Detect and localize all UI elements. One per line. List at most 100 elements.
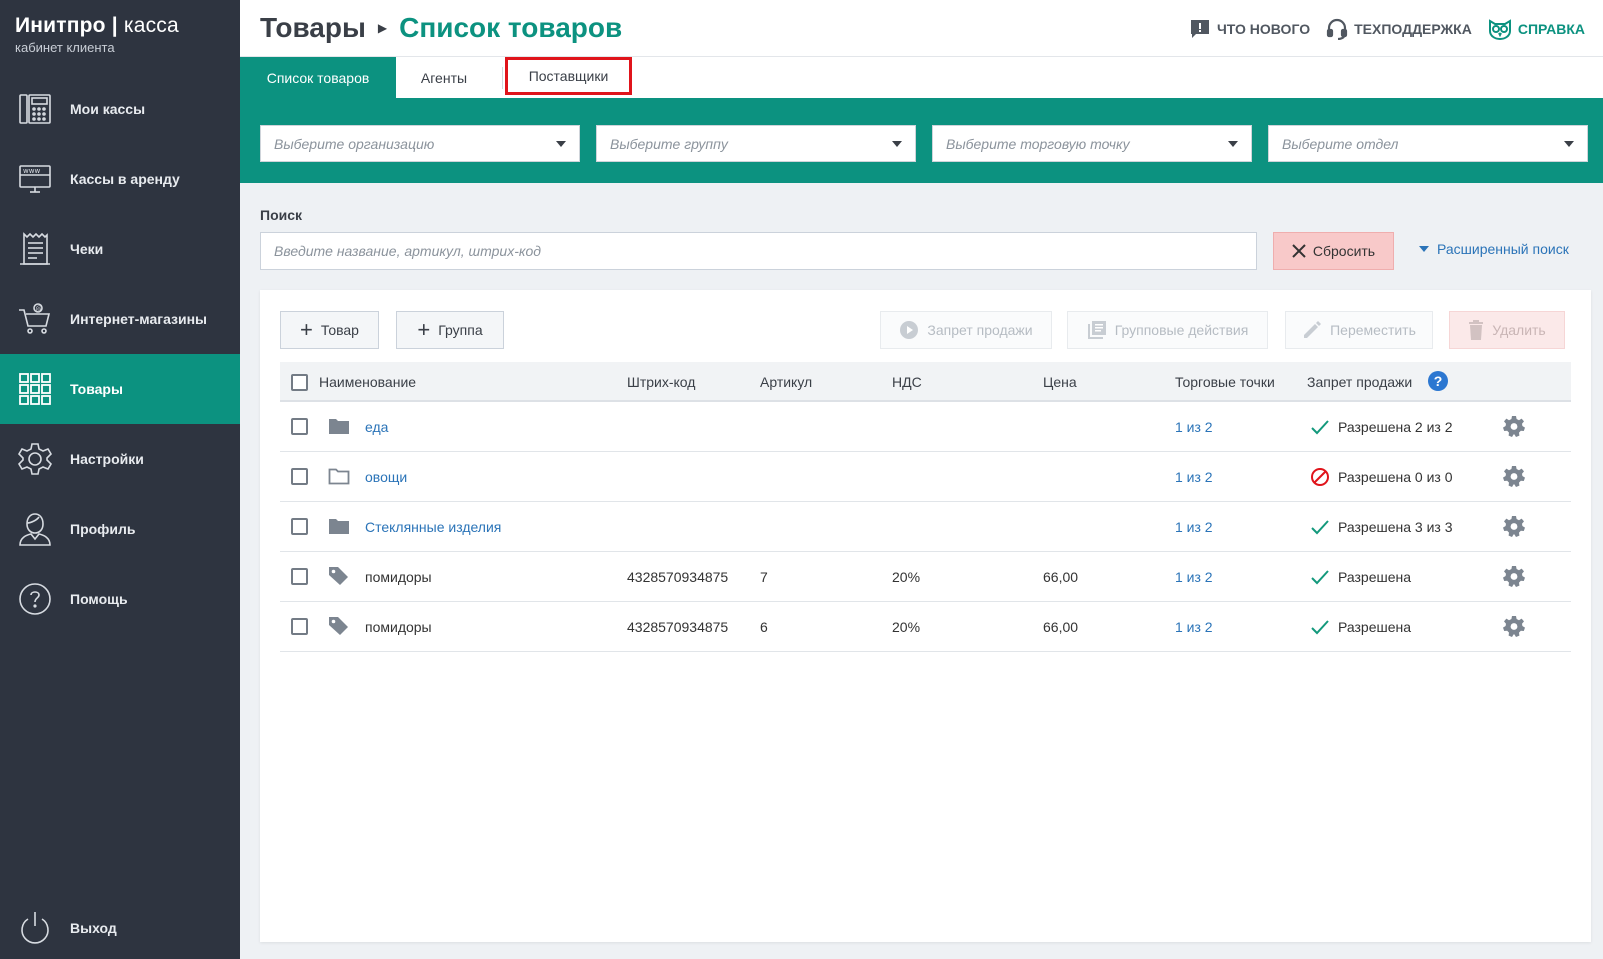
sidebar-item-label: Профиль <box>70 521 136 537</box>
move-button[interactable]: Переместить <box>1285 311 1433 349</box>
table-row[interactable]: помидоры 4328570934875 7 20% 66,00 1 из … <box>280 552 1571 602</box>
sidebar-item-settings[interactable]: Настройки <box>0 424 240 494</box>
whats-new-link[interactable]: Что нового <box>1189 18 1310 40</box>
table-row[interactable]: Стеклянные изделия 1 из 2 Разрешена 3 из… <box>280 502 1571 552</box>
support-label: Техподдержка <box>1354 21 1472 37</box>
sidebar-item-label: Товары <box>70 381 123 397</box>
department-select[interactable]: Выберите отдел <box>1268 125 1588 162</box>
add-product-button[interactable]: + Товар <box>280 311 379 349</box>
table-row[interactable]: еда 1 из 2 Разрешена 2 из 2 <box>280 402 1571 452</box>
row-checkbox[interactable] <box>291 568 308 585</box>
ban-sale-button[interactable]: Запрет продажи <box>880 311 1052 349</box>
logout-button[interactable]: Выход <box>0 897 240 959</box>
play-circle-icon <box>900 321 919 339</box>
column-header-price[interactable]: Цена <box>1043 374 1077 390</box>
gear-icon <box>16 440 54 478</box>
brand-name: Инитпро <box>15 14 106 37</box>
add-product-label: Товар <box>320 322 359 338</box>
row-stores[interactable]: 1 из 2 <box>1175 469 1213 485</box>
row-sale-status: Разрешена <box>1310 617 1411 637</box>
add-group-button[interactable]: + Группа <box>396 311 504 349</box>
advanced-search-toggle[interactable]: Расширенный поиск <box>1419 241 1569 257</box>
row-checkbox[interactable] <box>291 468 308 485</box>
reset-button[interactable]: Сбросить <box>1273 232 1394 270</box>
trash-icon <box>1469 320 1484 340</box>
delete-button[interactable]: Удалить <box>1449 311 1565 349</box>
search-label: Поиск <box>260 207 303 223</box>
row-sale-status: Разрешена 2 из 2 <box>1310 417 1453 437</box>
support-link[interactable]: Техподдержка <box>1326 18 1472 40</box>
folder-icon <box>329 519 349 534</box>
column-header-vat[interactable]: НДС <box>892 374 922 390</box>
row-checkbox[interactable] <box>291 618 308 635</box>
products-table: Наименование Штрих-код Артикул НДС Цена … <box>280 362 1571 652</box>
sidebar-item-rent-registers[interactable]: www Кассы в аренду <box>0 144 240 214</box>
column-header-ban[interactable]: Запрет продажи <box>1307 374 1412 390</box>
sidebar-item-receipts[interactable]: Чеки <box>0 214 240 284</box>
sidebar-item-help[interactable]: Помощь <box>0 564 240 634</box>
breadcrumb-root[interactable]: Товары <box>260 12 366 44</box>
sidebar-item-my-registers[interactable]: Мои кассы <box>0 74 240 144</box>
row-status-label: Разрешена <box>1338 569 1412 585</box>
tab-agents[interactable]: Агенты <box>396 57 492 98</box>
sidebar-item-profile[interactable]: Профиль <box>0 494 240 564</box>
gear-icon[interactable] <box>1503 465 1525 487</box>
row-name[interactable]: еда <box>365 419 388 435</box>
plus-icon: + <box>300 317 313 342</box>
help-link[interactable]: Справка <box>1488 18 1585 40</box>
row-status-label: Разрешена 2 из 2 <box>1338 419 1453 435</box>
owl-icon <box>1488 19 1511 40</box>
help-circle-icon[interactable]: ? <box>1428 371 1448 391</box>
sidebar-item-label: Помощь <box>70 591 128 607</box>
row-status-label: Разрешена <box>1338 619 1412 635</box>
check-icon <box>1311 620 1329 635</box>
row-article: 6 <box>760 619 768 635</box>
column-header-barcode[interactable]: Штрих-код <box>627 374 695 390</box>
brand-logo[interactable]: Инитпро | касса кабинет клиента <box>15 14 179 55</box>
group-actions-button[interactable]: Групповые действия <box>1067 311 1268 349</box>
gear-icon[interactable] <box>1503 615 1525 637</box>
sidebar-item-online-stores[interactable]: @ Интернет-магазины <box>0 284 240 354</box>
store-select[interactable]: Выберите торговую точку <box>932 125 1252 162</box>
row-barcode: 4328570934875 <box>627 569 729 585</box>
library-icon <box>1087 321 1106 339</box>
gear-icon[interactable] <box>1503 415 1525 437</box>
row-name[interactable]: помидоры <box>365 619 432 635</box>
row-name[interactable]: овощи <box>365 469 407 485</box>
column-header-article[interactable]: Артикул <box>760 374 812 390</box>
department-select-placeholder: Выберите отдел <box>1282 135 1399 152</box>
group-select[interactable]: Выберите группу <box>596 125 916 162</box>
search-input[interactable] <box>260 232 1257 270</box>
tab-product-list[interactable]: Список товаров <box>240 57 396 98</box>
row-checkbox[interactable] <box>291 418 308 435</box>
row-name[interactable]: помидоры <box>365 569 432 585</box>
row-stores[interactable]: 1 из 2 <box>1175 619 1213 635</box>
tab-suppliers[interactable]: Поставщики <box>505 57 632 95</box>
gear-icon[interactable] <box>1503 565 1525 587</box>
row-name[interactable]: Стеклянные изделия <box>365 519 501 535</box>
row-price: 66,00 <box>1043 569 1079 585</box>
table-row[interactable]: овощи 1 из 2 Разрешена 0 из 0 <box>280 452 1571 502</box>
row-stores[interactable]: 1 из 2 <box>1175 569 1213 585</box>
brand-subtitle: кабинет клиента <box>15 40 115 55</box>
close-icon <box>1292 244 1306 258</box>
table-row[interactable]: помидоры 4328570934875 6 20% 66,00 1 из … <box>280 602 1571 652</box>
row-stores[interactable]: 1 из 2 <box>1175 419 1213 435</box>
brand-product: касса <box>123 14 179 37</box>
row-checkbox[interactable] <box>291 518 308 535</box>
organization-select[interactable]: Выберите организацию <box>260 125 580 162</box>
gear-icon[interactable] <box>1503 515 1525 537</box>
question-icon <box>16 580 54 618</box>
column-header-name[interactable]: Наименование <box>319 374 416 390</box>
column-header-stores[interactable]: Торговые точки <box>1175 374 1275 390</box>
prohibited-icon <box>1311 468 1329 486</box>
select-all-checkbox[interactable] <box>291 374 308 391</box>
sidebar-item-label: Интернет-магазины <box>70 311 208 327</box>
row-stores[interactable]: 1 из 2 <box>1175 519 1213 535</box>
sidebar-item-products[interactable]: Товары <box>0 354 240 424</box>
sidebar-item-label: Настройки <box>70 451 144 467</box>
folder-icon <box>329 419 349 434</box>
move-label: Переместить <box>1330 322 1416 338</box>
svg-text:www: www <box>23 167 40 175</box>
filter-bar: Выберите организацию Выберите группу Выб… <box>240 98 1603 183</box>
